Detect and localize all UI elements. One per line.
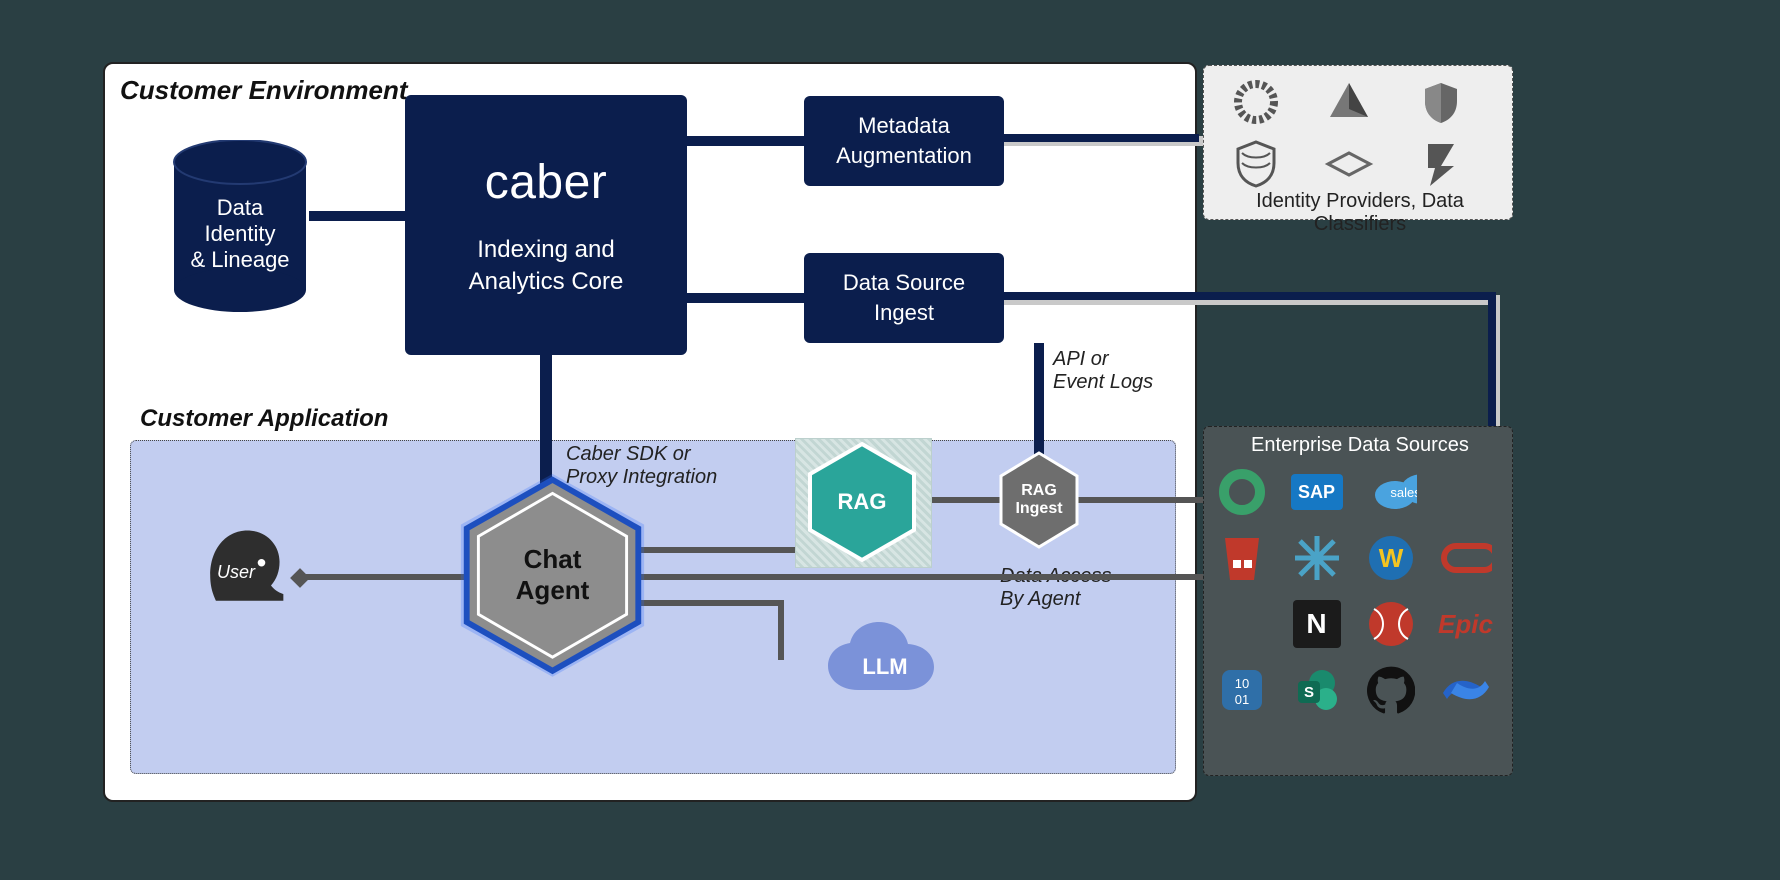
idp-icon-6 [1415,138,1467,190]
conn-ingest-eds-1 [1004,292,1496,300]
api-note: API or Event Logs [1053,348,1153,394]
conn-core-meta [687,136,804,146]
idp-icon-2 [1323,76,1375,128]
chat-agent-hexagon: Chat Agent [455,470,650,680]
svg-text:10: 10 [1235,676,1249,691]
svg-text:salesforce: salesforce [1390,485,1417,500]
user-label: User [217,562,255,583]
caber-subtitle: Indexing and Analytics Core [469,234,624,299]
eds-icon-oracle [1440,532,1492,584]
caber-core: caber Indexing and Analytics Core [405,95,687,355]
eds-icon-gap1 [1216,598,1268,650]
eds-icon-netsuite: N [1291,598,1343,650]
metadata-augmentation: Metadata Augmentation [804,96,1004,186]
eds-icon-epic: Epic [1440,598,1492,650]
chat-agent-label: Chat Agent [455,470,650,680]
data-lineage-db: Data Identity & Lineage [170,140,310,315]
eds-icon-github [1365,664,1417,716]
eds-icons: SAP salesforce W N Epic 1001 S [1216,466,1502,716]
svg-text:W: W [1379,543,1404,573]
conn-chat-llm-v [778,600,784,660]
rag-ingest-label: RAG Ingest [998,450,1080,550]
conn-meta-idp [1004,134,1199,142]
svg-text:S: S [1303,684,1313,701]
data-lineage-label: Data Identity & Lineage [170,195,310,273]
eds-icon-s3 [1216,532,1268,584]
llm-cloud: LLM [820,618,950,706]
eds-icon-sharepoint: S [1291,664,1343,716]
eds-label: Enterprise Data Sources [1215,434,1505,457]
conn-db-core [309,211,405,221]
eds-icon-confluence [1440,664,1492,716]
rag-hexagon: RAG [806,440,918,564]
conn-user-chat [306,574,474,580]
conn-core-ingest [687,293,804,303]
eds-icon-ball [1365,598,1417,650]
data-source-ingest: Data Source Ingest [804,253,1004,343]
conn-ragIngest-eds [1075,497,1205,503]
eds-icon-snowflake [1291,532,1343,584]
eds-icon-salesforce: salesforce [1365,466,1417,518]
conn-ingest-eds-2 [1488,292,1496,435]
data-access-note: Data Access By Agent [1000,565,1112,611]
idp-icon-3 [1415,76,1467,128]
eds-icon-workday: W [1365,532,1417,584]
idp-icon-4 [1230,138,1282,190]
rag-ingest-hexagon: RAG Ingest [998,450,1080,550]
caber-brand: caber [485,151,608,216]
idp-label: Identity Providers, Data Classifiers [1215,190,1505,236]
idp-icons [1230,76,1490,190]
conn-ingest-ragIngest [1034,343,1044,463]
conn-chat-rag-h [624,547,816,553]
app-title: Customer Application [140,405,388,433]
svg-text:01: 01 [1235,692,1249,707]
idp-icon-1 [1230,76,1282,128]
rag-label: RAG [806,440,918,564]
eds-icon-sap: SAP [1291,466,1343,518]
conn-chat-eds [624,574,1204,580]
llm-label: LLM [820,654,950,680]
eds-icon-azure [1216,466,1268,518]
idp-icon-5 [1323,138,1375,190]
env-title: Customer Environment [120,75,408,106]
eds-icon-binary: 1001 [1216,664,1268,716]
